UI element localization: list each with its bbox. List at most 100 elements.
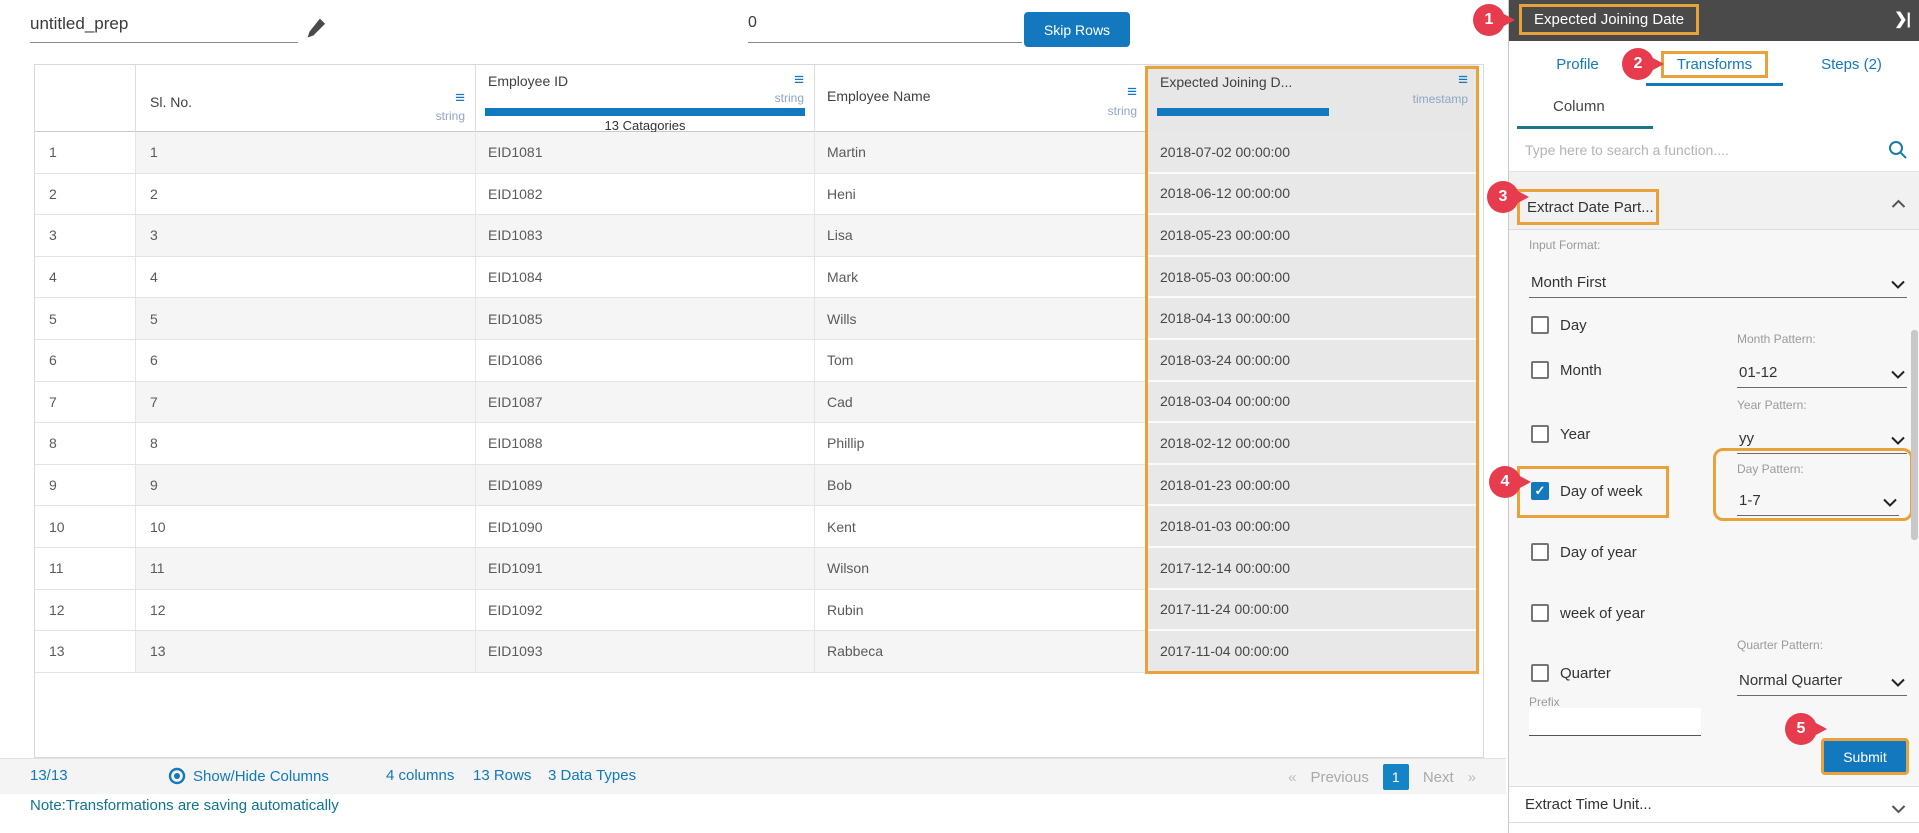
pagination-page-1[interactable]: 1 <box>1382 764 1409 790</box>
cell-employee-id[interactable]: EID1091 <box>476 548 815 590</box>
tab-transforms[interactable]: Transforms <box>1646 41 1783 87</box>
column-header-employee-name[interactable]: Employee Name ≡ string <box>815 65 1148 132</box>
cell-sl-no[interactable]: 11 <box>136 548 476 590</box>
checkbox-month[interactable] <box>1531 361 1549 379</box>
cell-expected-joining[interactable]: 2018-03-24 00:00:00 <box>1148 340 1478 382</box>
cell-employee-name[interactable]: Kent <box>815 506 1148 548</box>
cell-sl-no[interactable]: 8 <box>136 423 476 465</box>
column-menu-icon[interactable]: ≡ <box>1127 83 1137 100</box>
cell-expected-joining[interactable]: 2018-01-23 00:00:00 <box>1148 464 1478 507</box>
cell-employee-name[interactable]: Mark <box>815 256 1148 299</box>
cell-sl-no[interactable]: 7 <box>136 381 476 424</box>
cell-employee-id[interactable]: EID1093 <box>476 631 815 673</box>
pagination-previous[interactable]: Previous <box>1310 769 1368 786</box>
tab-steps[interactable]: Steps (2) <box>1783 41 1919 87</box>
column-header-employee-id[interactable]: Employee ID ≡ string 13 Catagories <box>476 65 815 133</box>
submit-button[interactable]: Submit <box>1821 738 1909 775</box>
cell-employee-name[interactable]: Phillip <box>815 423 1148 465</box>
cell-expected-joining[interactable]: 2018-05-03 00:00:00 <box>1148 256 1478 299</box>
collapse-panel-icon[interactable]: ❯| <box>1894 9 1911 29</box>
cell-expected-joining[interactable]: 2017-12-14 00:00:00 <box>1148 548 1478 590</box>
table-row[interactable]: 5 5 EID1085 Wills 2018-04-13 00:00:00 <box>35 298 1478 340</box>
month-pattern-select[interactable]: 01-12 <box>1737 354 1907 388</box>
cell-employee-id[interactable]: EID1087 <box>476 381 815 424</box>
quarter-pattern-select[interactable]: Normal Quarter <box>1737 660 1907 696</box>
cell-sl-no[interactable]: 2 <box>136 173 476 216</box>
table-row[interactable]: 8 8 EID1088 Phillip 2018-02-12 00:00:00 <box>35 423 1478 465</box>
table-row[interactable]: 6 6 EID1086 Tom 2018-03-24 00:00:00 <box>35 340 1478 382</box>
skip-rows-input[interactable]: 0 <box>748 14 1022 43</box>
cell-expected-joining[interactable]: 2018-07-02 00:00:00 <box>1148 132 1478 174</box>
cell-sl-no[interactable]: 9 <box>136 464 476 507</box>
checkbox-day[interactable] <box>1531 316 1549 334</box>
cell-sl-no[interactable]: 13 <box>136 631 476 673</box>
table-row[interactable]: 13 13 EID1093 Rabbeca 2017-11-04 00:00:00 <box>35 631 1478 673</box>
accordion-extract-date-part[interactable]: Extract Date Part... <box>1509 172 1919 230</box>
table-row[interactable]: 9 9 EID1089 Bob 2018-01-23 00:00:00 <box>35 464 1478 507</box>
cell-employee-name[interactable]: Wilson <box>815 548 1148 590</box>
table-row[interactable]: 12 12 EID1092 Rubin 2017-11-24 00:00:00 <box>35 589 1478 632</box>
cell-employee-id[interactable]: EID1083 <box>476 215 815 257</box>
cell-employee-name[interactable]: Rubin <box>815 589 1148 632</box>
cell-expected-joining[interactable]: 2018-04-13 00:00:00 <box>1148 298 1478 340</box>
cell-sl-no[interactable]: 6 <box>136 340 476 382</box>
checkbox-quarter[interactable] <box>1531 664 1549 682</box>
column-header-sl-no[interactable]: Sl. No. ≡ string <box>136 65 476 132</box>
checkbox-day-of-year[interactable] <box>1531 543 1549 561</box>
cell-employee-id[interactable]: EID1086 <box>476 340 815 382</box>
cell-sl-no[interactable]: 1 <box>136 132 476 174</box>
checkbox-week-of-year[interactable] <box>1531 604 1549 622</box>
day-pattern-select[interactable]: 1-7 <box>1737 482 1899 516</box>
column-menu-icon[interactable]: ≡ <box>455 89 465 106</box>
prefix-input[interactable] <box>1529 708 1701 736</box>
search-icon[interactable] <box>1888 140 1908 165</box>
year-pattern-select[interactable]: yy <box>1737 420 1907 454</box>
cell-employee-name[interactable]: Heni <box>815 173 1148 216</box>
column-header-expected-joining[interactable]: Expected Joining D... ≡ timestamp <box>1148 65 1478 132</box>
cell-expected-joining[interactable]: 2017-11-04 00:00:00 <box>1148 631 1478 673</box>
column-menu-icon[interactable]: ≡ <box>1458 71 1468 88</box>
skip-rows-button[interactable]: Skip Rows <box>1024 12 1130 47</box>
cell-employee-name[interactable]: Cad <box>815 381 1148 424</box>
pagination-next-arrow[interactable]: » <box>1468 769 1476 786</box>
table-row[interactable]: 1 1 EID1081 Martin 2018-07-02 00:00:00 <box>35 132 1478 174</box>
column-menu-icon[interactable]: ≡ <box>794 71 804 88</box>
checkbox-day-of-week[interactable] <box>1531 482 1549 500</box>
table-row[interactable]: 2 2 EID1082 Heni 2018-06-12 00:00:00 <box>35 173 1478 216</box>
cell-sl-no[interactable]: 4 <box>136 256 476 299</box>
cell-employee-name[interactable]: Tom <box>815 340 1148 382</box>
table-row[interactable]: 11 11 EID1091 Wilson 2017-12-14 00:00:00 <box>35 548 1478 590</box>
cell-sl-no[interactable]: 5 <box>136 298 476 340</box>
cell-employee-id[interactable]: EID1082 <box>476 173 815 216</box>
cell-employee-id[interactable]: EID1089 <box>476 464 815 507</box>
cell-expected-joining[interactable]: 2018-05-23 00:00:00 <box>1148 215 1478 257</box>
chevron-down-icon[interactable] <box>1891 801 1906 819</box>
prep-name-input[interactable]: untitled_prep <box>30 14 298 43</box>
cell-employee-name[interactable]: Martin <box>815 132 1148 174</box>
cell-employee-id[interactable]: EID1090 <box>476 506 815 548</box>
panel-scrollbar[interactable] <box>1911 330 1918 540</box>
cell-expected-joining[interactable]: 2017-11-24 00:00:00 <box>1148 589 1478 632</box>
cell-expected-joining[interactable]: 2018-06-12 00:00:00 <box>1148 173 1478 216</box>
cell-sl-no[interactable]: 12 <box>136 589 476 632</box>
cell-employee-id[interactable]: EID1085 <box>476 298 815 340</box>
cell-employee-id[interactable]: EID1088 <box>476 423 815 465</box>
chevron-up-icon[interactable] <box>1891 196 1906 214</box>
cell-sl-no[interactable]: 3 <box>136 215 476 257</box>
cell-employee-id[interactable]: EID1081 <box>476 132 815 174</box>
cell-expected-joining[interactable]: 2018-01-03 00:00:00 <box>1148 506 1478 548</box>
table-row[interactable]: 7 7 EID1087 Cad 2018-03-04 00:00:00 <box>35 381 1478 424</box>
cell-employee-name[interactable]: Rabbeca <box>815 631 1148 673</box>
table-row[interactable]: 4 4 EID1084 Mark 2018-05-03 00:00:00 <box>35 256 1478 299</box>
accordion-extract-time-unit[interactable]: Extract Time Unit... <box>1509 786 1919 823</box>
checkbox-year[interactable] <box>1531 425 1549 443</box>
input-format-select[interactable]: Month First <box>1529 262 1907 298</box>
table-row[interactable]: 10 10 EID1090 Kent 2018-01-03 00:00:00 <box>35 506 1478 548</box>
cell-employee-name[interactable]: Wills <box>815 298 1148 340</box>
table-row[interactable]: 3 3 EID1083 Lisa 2018-05-23 00:00:00 <box>35 215 1478 257</box>
subtab-column[interactable]: Column <box>1553 98 1605 115</box>
edit-icon[interactable] <box>303 15 329 48</box>
cell-employee-id[interactable]: EID1084 <box>476 256 815 299</box>
cell-sl-no[interactable]: 10 <box>136 506 476 548</box>
cell-employee-id[interactable]: EID1092 <box>476 589 815 632</box>
